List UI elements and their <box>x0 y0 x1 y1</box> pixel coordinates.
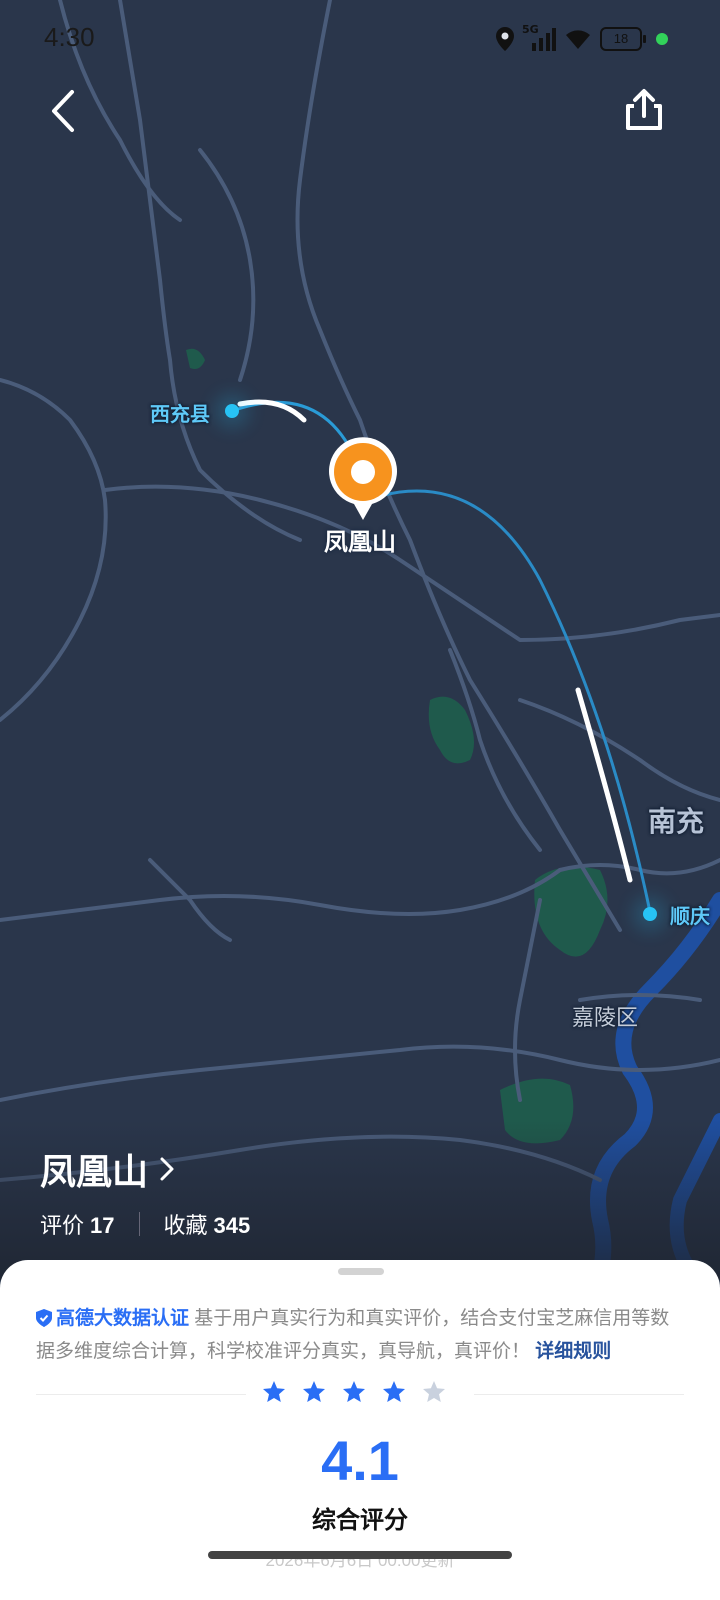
signal-icon: 5G <box>522 23 556 51</box>
divider-left <box>36 1394 246 1395</box>
star-icon <box>383 1381 405 1402</box>
divider-right <box>474 1394 684 1395</box>
back-button[interactable] <box>44 88 84 134</box>
rating-sheet[interactable]: 高德大数据认证 基于用户真实行为和真实评价，结合支付宝芝麻信用等数据多维度综合计… <box>0 1260 720 1600</box>
status-time: 4:30 <box>44 22 95 52</box>
place-title[interactable]: 凤凰山 <box>40 1143 176 1195</box>
home-indicator[interactable] <box>208 1551 512 1559</box>
jialing-label[interactable]: 嘉陵区 <box>572 1000 638 1032</box>
favorites-label: 收藏 <box>163 1213 208 1238</box>
sheet-handle[interactable] <box>338 1268 384 1275</box>
favorites-stat[interactable]: 收藏 345 <box>164 1208 251 1240</box>
star-icon <box>263 1381 285 1402</box>
certification-badge: 高德大数据认证 <box>56 1308 190 1329</box>
place-name: 凤凰山 <box>40 1151 149 1192</box>
location-icon <box>496 27 514 51</box>
shunqing-label[interactable]: 顺庆 <box>670 900 710 929</box>
place-stats: 评价 17 收藏 345 <box>40 1208 250 1240</box>
xichong-label[interactable]: 西充县 <box>150 398 210 427</box>
location-pin-icon[interactable] <box>326 436 400 522</box>
chevron-right-icon <box>160 1157 174 1181</box>
stats-separator <box>138 1212 140 1236</box>
rules-link[interactable]: 详细规则 <box>535 1341 611 1362</box>
share-icon <box>626 89 662 130</box>
overall-score: 4.1 <box>321 1429 399 1492</box>
wifi-icon <box>566 30 590 49</box>
status-icons: 5G 18 <box>496 23 668 54</box>
status-bar: 4:30 5G 18 <box>0 0 720 80</box>
star-icon <box>423 1381 445 1402</box>
overall-score-label: 综合评分 <box>312 1507 408 1534</box>
shunqing-dot <box>643 907 657 921</box>
xichong-dot <box>225 404 239 418</box>
privacy-dot-icon <box>656 33 668 45</box>
reviews-count: 17 <box>90 1213 115 1238</box>
chevron-left-icon <box>52 90 74 132</box>
star-rating <box>262 1380 446 1404</box>
certification-text: 高德大数据认证 基于用户真实行为和真实评价，结合支付宝芝麻信用等数据多维度综合计… <box>36 1302 686 1368</box>
pin-label: 凤凰山 <box>324 529 396 556</box>
battery-icon: 18 <box>600 27 646 51</box>
nanchong-label[interactable]: 南充 <box>648 800 704 840</box>
star-icon <box>303 1381 325 1402</box>
share-button[interactable] <box>620 86 668 134</box>
star-icon <box>343 1381 365 1402</box>
shield-check-icon <box>36 1309 52 1327</box>
favorites-count: 345 <box>213 1213 251 1238</box>
reviews-label: 评价 <box>40 1213 85 1238</box>
reviews-stat[interactable]: 评价 17 <box>40 1208 115 1240</box>
